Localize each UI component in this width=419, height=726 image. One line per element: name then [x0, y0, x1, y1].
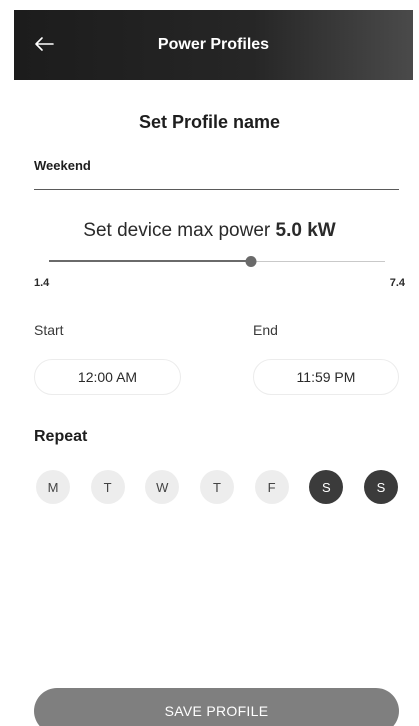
day-toggle-thursday[interactable]: T — [199, 470, 234, 504]
slider-min-label: 1.4 — [34, 277, 50, 289]
repeat-days: MTWTFSS — [36, 470, 398, 504]
repeat-label: Repeat — [34, 428, 88, 445]
max-power-value: 5.0 kW — [275, 220, 336, 241]
day-toggle-wednesday[interactable]: W — [145, 470, 180, 504]
day-toggle-sunday[interactable]: S — [363, 470, 398, 504]
slider-fill — [49, 260, 251, 262]
profile-name-heading: Set Profile name — [138, 112, 281, 132]
back-button[interactable] — [28, 28, 60, 60]
max-power-label: Set device max power 5.0 kW — [0, 220, 419, 242]
save-profile-button[interactable]: SAVE PROFILE — [34, 688, 399, 726]
start-label: Start — [34, 322, 64, 338]
end-time-button[interactable]: 11:59 PM — [253, 359, 399, 395]
slider-thumb[interactable] — [245, 256, 257, 267]
day-toggle-monday[interactable]: M — [36, 470, 70, 504]
slider-max-label: 7.4 — [389, 277, 405, 289]
day-toggle-friday[interactable]: F — [254, 470, 289, 504]
end-label: End — [253, 322, 278, 338]
start-time-button[interactable]: 12:00 AM — [34, 359, 181, 395]
max-power-slider[interactable] — [49, 252, 385, 272]
max-power-prefix: Set device max power — [83, 220, 271, 241]
profile-name-input[interactable] — [34, 152, 399, 190]
app-header: Power Profiles — [14, 10, 413, 80]
day-toggle-saturday[interactable]: S — [309, 470, 344, 504]
page-title: Power Profiles — [157, 36, 270, 53]
arrow-left-icon — [35, 37, 54, 51]
day-toggle-tuesday[interactable]: T — [90, 470, 125, 504]
